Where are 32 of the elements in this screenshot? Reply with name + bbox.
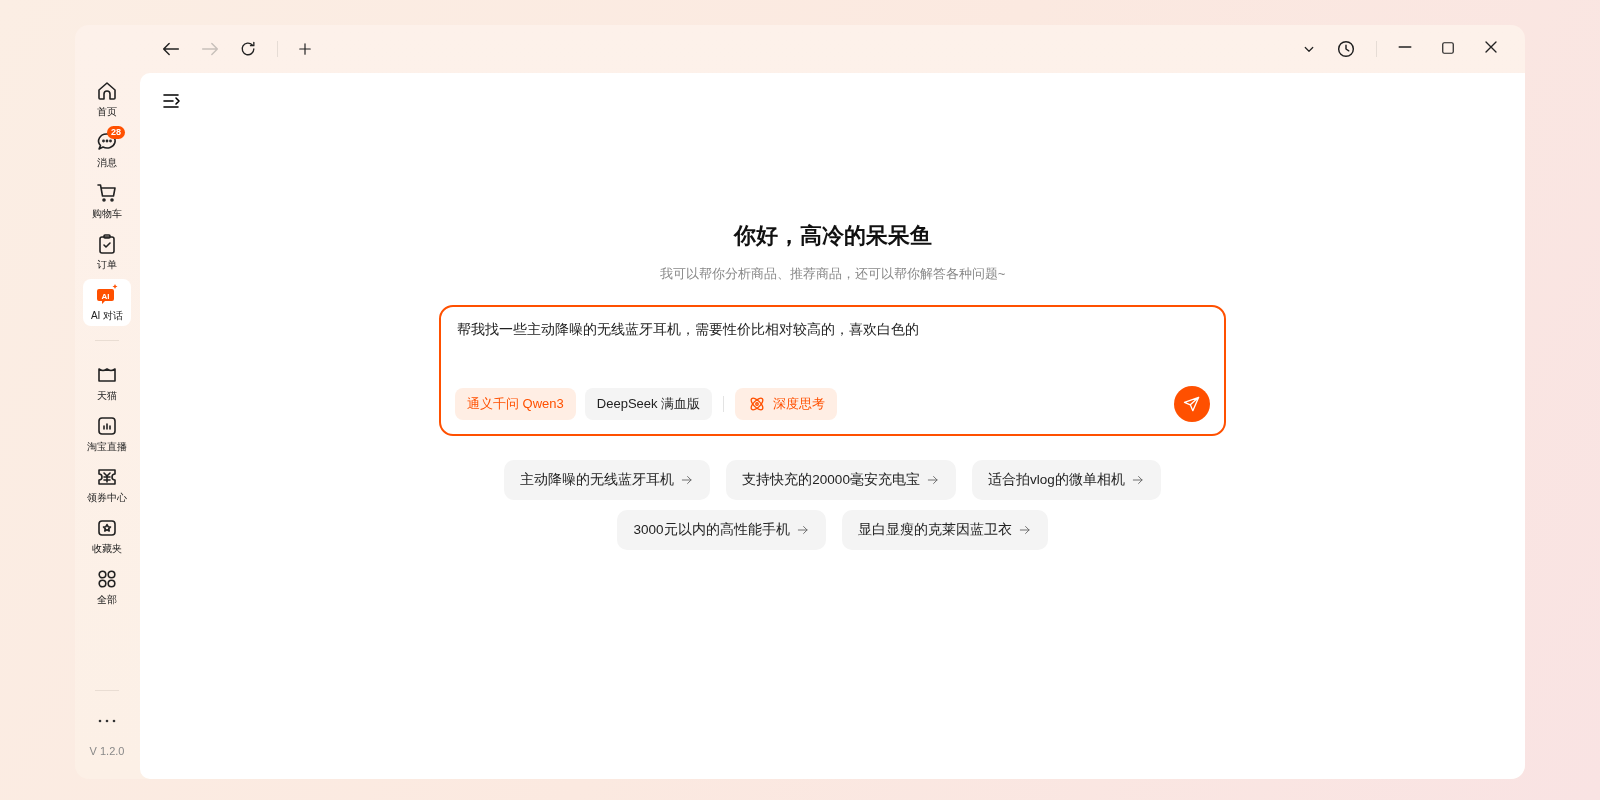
sidebar-item[interactable]: 淘宝直播 [83, 410, 131, 457]
sidebar-item[interactable]: 首页 [83, 75, 131, 122]
chat-input-box[interactable]: 帮我找一些主动降噪的无线蓝牙耳机，需要性价比相对较高的，喜欢白色的 通义千问 Qwen3 DeepSeek 满血版 深度思考 [439, 305, 1226, 436]
more-dots-icon[interactable] [98, 719, 116, 723]
suggestion-chip[interactable]: 3000元以内的高性能手机 [617, 510, 826, 550]
version-label: V 1.2.0 [89, 745, 125, 757]
sidebar-item[interactable]: 全部 [83, 563, 131, 610]
greeting-title: 你好，高冷的呆呆鱼 [733, 222, 932, 250]
arrow-right-icon [680, 473, 695, 487]
model-chip[interactable]: DeepSeek 满血版 [584, 388, 713, 420]
arrow-right-icon [795, 523, 810, 537]
suggestion-chip[interactable]: 适合拍vlog的微单相机 [971, 460, 1161, 500]
clock-icon[interactable] [1335, 38, 1357, 60]
paper-plane-icon [1182, 394, 1202, 414]
greeting-subtitle: 我可以帮你分析商品、推荐商品，还可以帮你解答各种问题~ [659, 265, 1006, 283]
unread-badge: 28 [107, 125, 125, 139]
sidebar-item[interactable]: 28 消息 [83, 126, 131, 173]
sidebar-item[interactable]: 领券中心 [83, 461, 131, 508]
suggestion-chip[interactable]: 支持快充的20000毫安充电宝 [726, 460, 956, 500]
maximize-icon[interactable] [1439, 39, 1457, 57]
send-button[interactable] [1174, 386, 1210, 422]
plus-icon[interactable] [296, 40, 314, 58]
sidebar-item[interactable]: 订单 [83, 228, 131, 275]
sidebar-item[interactable]: 购物车 [83, 177, 131, 224]
sidebar-item[interactable]: 天猫 [83, 359, 131, 406]
arrow-right-icon [1130, 473, 1145, 487]
sidebar-item[interactable]: 收藏夹 [83, 512, 131, 559]
suggestion-chip[interactable]: 主动降噪的无线蓝牙耳机 [504, 460, 711, 500]
arrow-right-icon [925, 473, 940, 487]
suggestion-chip[interactable]: 显白显瘦的克莱因蓝卫衣 [841, 510, 1048, 550]
sidebar-item[interactable]: AI AI 对话 [83, 279, 131, 326]
arrow-right-icon [1017, 523, 1032, 537]
